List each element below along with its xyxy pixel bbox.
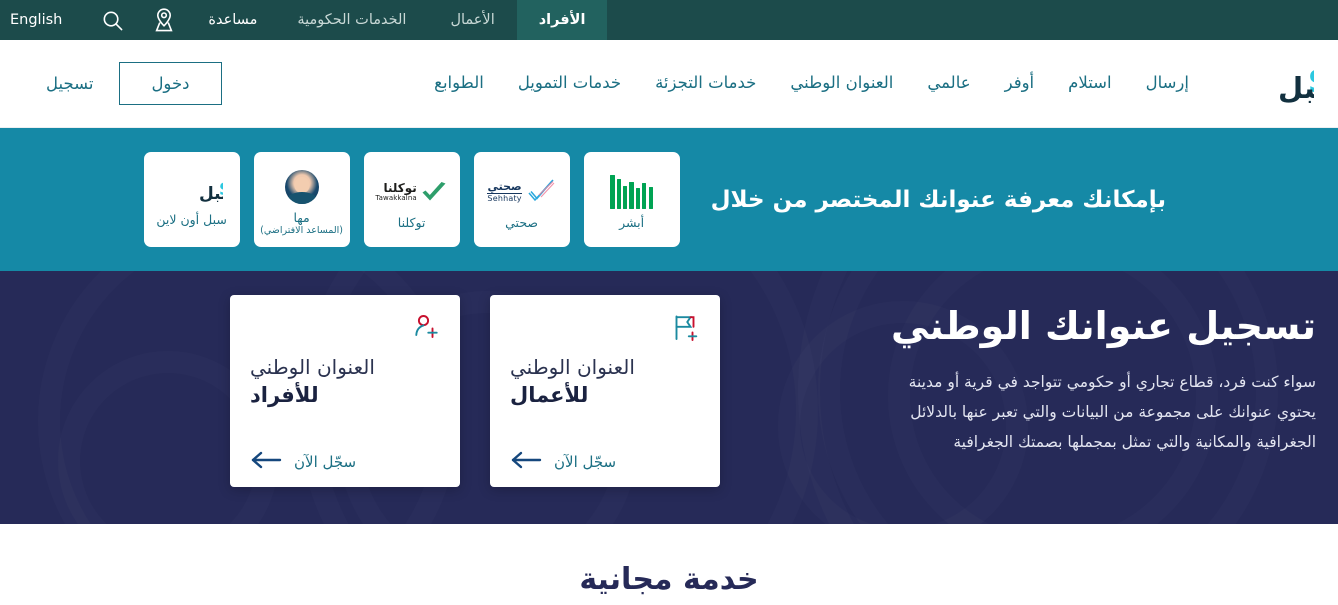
register-now-business-link[interactable]: سجّل الآن <box>510 451 700 473</box>
help-label: مساعدة <box>208 12 258 28</box>
register-now-label: سجّل الآن <box>554 453 617 471</box>
audience-tab-label: الخدمات الحكومية <box>297 12 407 28</box>
nav-link-receive[interactable]: استلام <box>1051 75 1128 92</box>
svg-text:سبل: سبل <box>1278 71 1314 105</box>
spl-logo[interactable]: SPL سبل <box>1216 57 1316 111</box>
top-utility-actions: مساعدة English <box>0 0 275 40</box>
register-card-title-line2: للأعمال <box>510 383 589 407</box>
hero-text-block: تسجيل عنوانك الوطني سواء كنت فرد، قطاع ت… <box>890 271 1316 457</box>
app-card-label: أبشر <box>619 215 645 231</box>
flag-plus-icon <box>510 313 700 347</box>
location-pin-icon[interactable] <box>138 0 190 40</box>
app-card-sublabel: (المساعد الافتراضي) <box>260 225 343 237</box>
app-card-absher[interactable]: أبشر <box>583 152 680 247</box>
tawakkalna-logo-ar: توكلنا <box>383 181 417 196</box>
app-card-label: سبل أون لاين <box>156 212 227 228</box>
audience-tabs: الأفراد الأعمال الخدمات الحكومية <box>275 0 608 40</box>
audience-tab-business[interactable]: الأعمال <box>428 0 516 40</box>
app-card-maha[interactable]: مها (المساعد الافتراضي) <box>253 152 350 247</box>
arrow-left-icon <box>250 451 282 473</box>
page-title: تسجيل عنوانك الوطني <box>890 304 1316 348</box>
nav-link-send[interactable]: إرسال <box>1129 75 1206 92</box>
svg-text:سبل: سبل <box>199 184 223 204</box>
person-plus-icon <box>250 313 440 347</box>
register-now-individuals-link[interactable]: سجّل الآن <box>250 451 440 473</box>
help-link[interactable]: مساعدة <box>190 0 275 40</box>
app-card-spl-online[interactable]: SPL سبل سبل أون لاين <box>143 152 240 247</box>
sehhaty-logo-en: Sehhaty <box>487 192 522 203</box>
register-now-label: سجّل الآن <box>294 453 357 471</box>
arrow-left-icon <box>510 451 542 473</box>
search-icon[interactable] <box>86 0 138 40</box>
top-utility-bar: الأفراد الأعمال الخدمات الحكومية مساعدة <box>0 0 1338 40</box>
app-card-label: مها <box>293 209 310 225</box>
app-card-label: صحتي <box>505 215 539 231</box>
absher-logo-icon <box>610 172 653 212</box>
language-label: English <box>10 12 63 28</box>
page-root: الأفراد الأعمال الخدمات الحكومية مساعدة <box>0 0 1338 605</box>
tawakkalna-logo-icon: توكلنا Tawakkalna <box>375 172 447 212</box>
banner-headline: بإمكانك معرفة عنوانك المختصر من خلال <box>710 186 1166 213</box>
app-card-label: توكلنا <box>397 215 426 231</box>
nav-link-global[interactable]: عالمي <box>910 75 987 92</box>
free-service-title: خدمة مجانية <box>579 562 759 597</box>
register-card-business[interactable]: العنوان الوطني للأعمال سجّل الآن <box>490 295 720 487</box>
main-navigation: SPL سبل إرسال استلام أوفر عالمي العنوان … <box>0 40 1338 128</box>
maha-avatar <box>284 167 319 207</box>
app-card-sehhaty[interactable]: صحتي Sehhaty صحتي <box>473 152 570 247</box>
tawakkalna-logo-en: Tawakkalna <box>375 193 417 202</box>
hero-section: تسجيل عنوانك الوطني سواء كنت فرد، قطاع ت… <box>0 271 1338 524</box>
nav-link-stamps[interactable]: الطوابع <box>417 75 501 92</box>
sehhaty-logo-ar: صحتي <box>487 180 522 194</box>
register-button[interactable]: تسجيل <box>22 74 119 93</box>
login-button[interactable]: دخول <box>119 62 222 105</box>
register-card-title-line1: العنوان الوطني <box>250 355 375 379</box>
register-card-title-line2: للأفراد <box>250 383 319 407</box>
nav-link-national-address[interactable]: العنوان الوطني <box>773 75 910 92</box>
registration-cards: العنوان الوطني للأعمال سجّل الآن العنوان… <box>230 271 720 487</box>
nav-links: إرسال استلام أوفر عالمي العنوان الوطني خ… <box>417 75 1206 92</box>
language-switch[interactable]: English <box>0 0 62 40</box>
banner-app-cards: أبشر صحتي Sehhaty صحتي توكلنا Tawakkalna… <box>143 152 680 247</box>
hero-description: سواء كنت فرد، قطاع تجاري أو حكومي تتواجد… <box>908 372 1316 451</box>
free-service-section: خدمة مجانية <box>0 524 1338 605</box>
register-card-title-line1: العنوان الوطني <box>510 355 635 379</box>
register-card-individuals[interactable]: العنوان الوطني للأفراد سجّل الآن <box>230 295 460 487</box>
short-address-banner: بإمكانك معرفة عنوانك المختصر من خلال أبش… <box>0 128 1338 271</box>
audience-tab-label: الأفراد <box>538 12 586 28</box>
nav-auth-actions: دخول تسجيل <box>22 62 222 105</box>
sehhaty-logo-icon: صحتي Sehhaty <box>487 172 555 212</box>
audience-tab-label: الأعمال <box>450 12 495 28</box>
audience-tab-individuals[interactable]: الأفراد <box>516 0 608 40</box>
app-card-tawakkalna[interactable]: توكلنا Tawakkalna توكلنا <box>363 152 460 247</box>
nav-link-offer[interactable]: أوفر <box>988 75 1052 92</box>
nav-link-financing-services[interactable]: خدمات التمويل <box>501 75 638 92</box>
nav-link-retail-services[interactable]: خدمات التجزئة <box>638 75 773 92</box>
spl-logo-icon: SPL سبل <box>161 175 223 209</box>
audience-tab-government[interactable]: الخدمات الحكومية <box>275 0 428 40</box>
